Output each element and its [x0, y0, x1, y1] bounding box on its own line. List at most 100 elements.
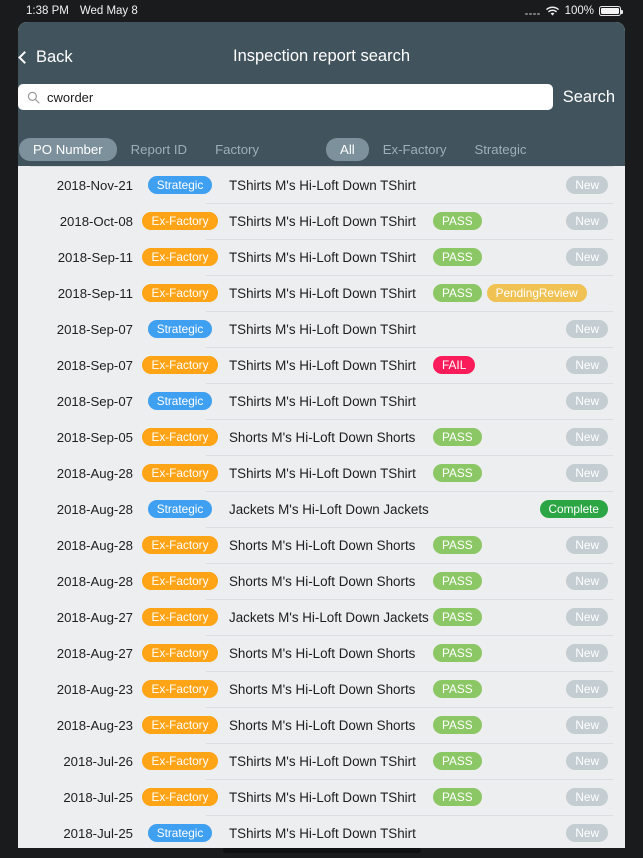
row-status-cell: New: [553, 752, 625, 770]
type-badge: Ex-Factory: [142, 464, 218, 482]
status-badge: New: [566, 788, 608, 806]
row-result-cell: PASS: [433, 788, 553, 806]
search-input[interactable]: [47, 89, 544, 105]
row-product-name: Jackets M's Hi-Loft Down Jackets: [229, 501, 429, 517]
row-type-cell: Ex-Factory: [142, 464, 218, 482]
table-row[interactable]: 2018-Aug-27 Ex-Factory Shorts M's Hi-Loft …: [18, 635, 625, 671]
result-badge: PASS: [433, 464, 482, 482]
row-type-cell: Ex-Factory: [142, 428, 218, 446]
row-status-cell: New: [553, 356, 625, 374]
navigation-bar: Back Inspection report search Search: [18, 22, 625, 133]
table-row[interactable]: 2018-Oct-08 Ex-Factory TShirts M's Hi-Loft…: [18, 203, 625, 239]
status-badge: Complete: [539, 500, 608, 518]
row-product-name: TShirts M's Hi-Loft Down TShirt: [229, 357, 416, 373]
row-status-cell: New: [553, 608, 625, 626]
row-result-cell: FAIL: [433, 356, 553, 374]
result-badge: PASS: [433, 284, 482, 302]
row-result-cell: PASS: [433, 248, 553, 266]
row-type-cell: Strategic: [144, 176, 216, 194]
status-badge: New: [566, 212, 608, 230]
tab-po-number[interactable]: PO Number: [19, 138, 117, 161]
table-row[interactable]: 2018-Sep-07 Strategic TShirts M's Hi-Loft …: [18, 311, 625, 347]
row-status-cell: New: [553, 572, 625, 590]
filter-tabs-bar: PO Number Report ID Factory All Ex-Factory S…: [18, 133, 625, 166]
row-product-name: TShirts M's Hi-Loft Down TShirt: [229, 465, 416, 481]
row-status-cell: New: [553, 320, 625, 338]
table-row[interactable]: 2018-Aug-23 Ex-Factory Shorts M's Hi-Loft …: [18, 707, 625, 743]
wifi-icon: [545, 6, 559, 16]
tab-all[interactable]: All: [326, 138, 369, 161]
row-type-cell: Ex-Factory: [142, 788, 218, 806]
row-result-cell: PASS: [433, 536, 553, 554]
table-row[interactable]: 2018-Sep-11 Ex-Factory TShirts M's Hi-Loft…: [18, 239, 625, 275]
row-date: 2018-Sep-11: [57, 285, 133, 301]
row-date: 2018-Jul-25: [63, 825, 133, 841]
report-list[interactable]: 2018-Nov-21 Strategic TShirts M's Hi-Loft …: [18, 166, 625, 848]
row-status-cell: New: [553, 428, 625, 446]
table-row[interactable]: 2018-Aug-28 Strategic Jackets M's Hi-Loft …: [18, 491, 625, 527]
search-box[interactable]: [18, 84, 553, 110]
result-badge: PASS: [433, 536, 482, 554]
table-row[interactable]: 2018-Aug-23 Ex-Factory Shorts M's Hi-Loft …: [18, 671, 625, 707]
table-row[interactable]: 2018-Aug-28 Ex-Factory Shorts M's Hi-Loft …: [18, 527, 625, 563]
status-badge: New: [566, 248, 608, 266]
row-date: 2018-Jul-26: [63, 753, 133, 769]
table-row[interactable]: 2018-Sep-11 Ex-Factory TShirts M's Hi-Loft…: [18, 275, 625, 311]
status-badge: New: [566, 464, 608, 482]
search-button[interactable]: Search: [553, 88, 623, 107]
status-bar-right: 100%: [525, 5, 623, 17]
table-row[interactable]: 2018-Aug-28 Ex-Factory Shorts M's Hi-Loft …: [18, 563, 625, 599]
row-date: 2018-Sep-05: [56, 429, 133, 445]
table-row[interactable]: 2018-Aug-27 Ex-Factory Jackets M's Hi-Loft…: [18, 599, 625, 635]
row-date: 2018-Aug-28: [56, 573, 133, 589]
table-row[interactable]: 2018-Nov-21 Strategic TShirts M's Hi-Loft …: [18, 167, 625, 203]
table-row[interactable]: 2018-Sep-05 Ex-Factory Shorts M's Hi-Loft …: [18, 419, 625, 455]
row-date: 2018-Oct-08: [59, 213, 133, 229]
tab-report-id[interactable]: Report ID: [117, 138, 201, 161]
table-row[interactable]: 2018-Jul-25 Ex-Factory TShirts M's Hi-Loft…: [18, 779, 625, 815]
page-title: Inspection report search: [232, 47, 410, 65]
type-badge: Ex-Factory: [142, 788, 218, 806]
type-badge: Ex-Factory: [142, 752, 218, 770]
row-type-cell: Ex-Factory: [142, 608, 218, 626]
table-row[interactable]: 2018-Jul-26 Ex-Factory TShirts M's Hi-Loft…: [18, 743, 625, 779]
type-badge: Ex-Factory: [142, 644, 218, 662]
row-type-cell: Ex-Factory: [142, 752, 218, 770]
row-date: 2018-Aug-27: [56, 645, 133, 661]
tab-strategic[interactable]: Strategic: [460, 138, 540, 161]
type-badge: Ex-Factory: [142, 284, 218, 302]
status-badge: New: [566, 572, 608, 590]
row-type-cell: Ex-Factory: [142, 284, 218, 302]
tab-factory[interactable]: Factory: [201, 138, 273, 161]
result-badge: PASS: [433, 212, 482, 230]
result-badge: PASS: [433, 680, 482, 698]
row-date: 2018-Aug-28: [56, 501, 133, 517]
type-badge: Ex-Factory: [142, 716, 218, 734]
row-date: 2018-Sep-11: [57, 249, 133, 265]
row-type-cell: Ex-Factory: [142, 680, 218, 698]
row-product-name: Jackets M's Hi-Loft Down Jackets: [229, 609, 429, 625]
status-badge: New: [566, 428, 608, 446]
table-row[interactable]: 2018-Aug-28 Ex-Factory TShirts M's Hi-Loft…: [18, 455, 625, 491]
row-product-name: TShirts M's Hi-Loft Down TShirt: [229, 249, 416, 265]
table-row[interactable]: 2018-Jul-25 Strategic TShirts M's Hi-Loft …: [18, 815, 625, 848]
row-type-cell: Ex-Factory: [142, 248, 218, 266]
type-badge: Strategic: [147, 392, 213, 410]
row-product-name: Shorts M's Hi-Loft Down Shorts: [229, 573, 416, 589]
table-row[interactable]: 2018-Sep-07 Ex-Factory TShirts M's Hi-Loft…: [18, 347, 625, 383]
battery-icon: [599, 5, 623, 17]
type-badge: Strategic: [147, 176, 213, 194]
row-type-cell: Strategic: [144, 320, 216, 338]
status-bar-time: 1:38 PM: [26, 5, 69, 17]
row-date: 2018-Aug-27: [56, 609, 133, 625]
tab-ex-factory[interactable]: Ex-Factory: [369, 138, 461, 161]
row-product-name: TShirts M's Hi-Loft Down TShirt: [229, 321, 416, 337]
table-row[interactable]: 2018-Sep-07 Strategic TShirts M's Hi-Loft …: [18, 383, 625, 419]
status-badge: New: [566, 536, 608, 554]
row-status-cell: Complete: [539, 500, 625, 518]
result-badge: PASS: [433, 428, 482, 446]
row-status-cell: New: [553, 788, 625, 806]
status-badge: New: [566, 176, 608, 194]
row-result-cell: PASS: [433, 680, 553, 698]
result-badge: PASS: [433, 752, 482, 770]
